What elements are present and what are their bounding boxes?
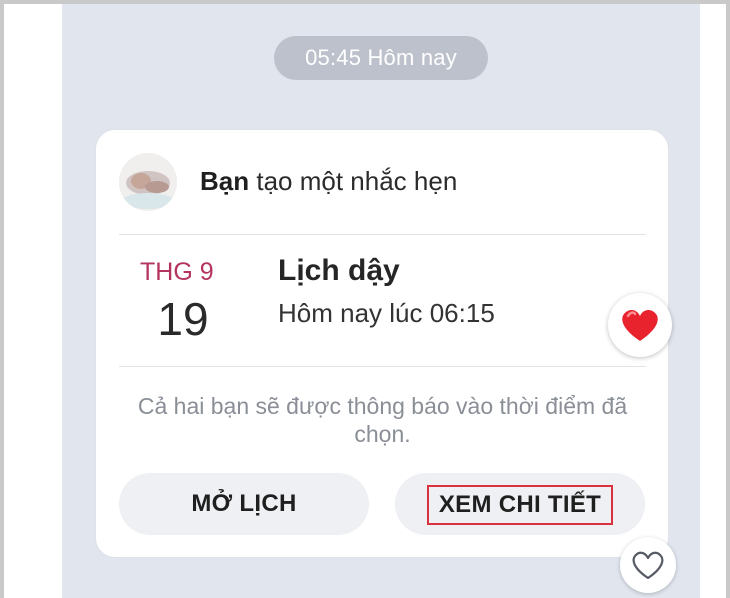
reminder-card: Bạn tạo một nhắc hẹn THG 9 19 Lịch dậy H… [95, 129, 669, 558]
reminder-header: Bạn tạo một nhắc hẹn [200, 166, 457, 197]
event-day: 19 [157, 293, 209, 345]
action-text: tạo một nhắc hẹn [256, 166, 458, 196]
notice-text: Cả hai bạn sẽ được thông báo vào thời đi… [137, 393, 628, 447]
event-month: THG 9 [140, 258, 214, 286]
right-gutter [700, 4, 726, 598]
heart-outline-icon [632, 551, 664, 580]
react-button[interactable] [620, 537, 676, 593]
actor-name: Bạn [200, 166, 250, 196]
event-title: Lịch dậy [278, 254, 400, 287]
timestamp-pill: 05:45 Hôm nay [274, 36, 488, 80]
heart-reaction-badge[interactable] [608, 293, 672, 357]
event-time: Hôm nay lúc 06:15 [278, 298, 495, 328]
view-detail-label: XEM CHI TIẾT [426, 484, 614, 525]
view-detail-button[interactable]: XEM CHI TIẾT [395, 473, 645, 535]
divider-top [119, 234, 646, 235]
open-calendar-button[interactable]: MỞ LỊCH [119, 473, 369, 535]
avatar[interactable] [119, 153, 177, 211]
heart-icon [622, 310, 658, 341]
divider-bottom [119, 366, 646, 367]
